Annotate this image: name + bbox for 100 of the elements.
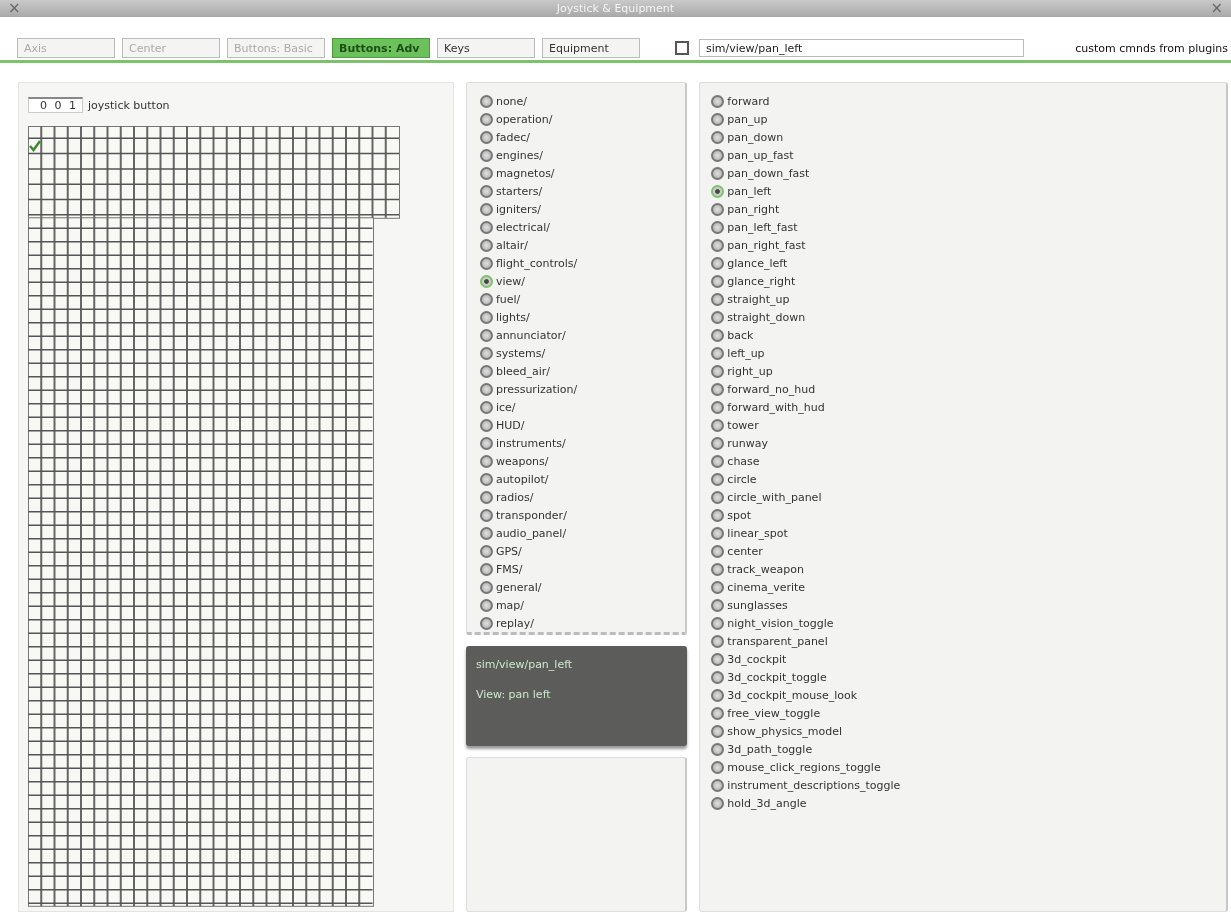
option-label[interactable]: mouse_click_regions_toggle	[727, 760, 881, 774]
option-label[interactable]: fuel/	[495, 292, 521, 306]
radio-button[interactable]	[479, 274, 493, 288]
radio-button[interactable]	[711, 490, 725, 504]
radio-button[interactable]	[479, 490, 493, 504]
option-label[interactable]: magnetos/	[495, 166, 555, 180]
number-field[interactable]: 0 0 1	[28, 97, 83, 113]
option-label[interactable]: 3d_cockpit_mouse_look	[727, 688, 858, 702]
option-label[interactable]: cinema_verite	[727, 580, 806, 594]
radio-button[interactable]	[711, 760, 725, 774]
radio-button[interactable]	[479, 292, 493, 306]
radio-button[interactable]	[711, 238, 725, 252]
radio-button[interactable]	[711, 148, 725, 162]
radio-button[interactable]	[479, 310, 493, 324]
radio-button[interactable]	[479, 616, 493, 630]
radio-button[interactable]	[479, 238, 493, 252]
option-label[interactable]: radios/	[495, 490, 534, 504]
radio-button[interactable]	[711, 544, 725, 558]
option-label[interactable]: pan_left	[727, 184, 772, 198]
option-label[interactable]: back	[727, 328, 754, 342]
radio-button[interactable]	[479, 526, 493, 540]
option-label[interactable]: starters/	[495, 184, 543, 198]
option-label[interactable]: circle_with_panel	[727, 490, 822, 504]
option-label[interactable]: forward_no_hud	[727, 382, 816, 396]
option-label[interactable]: center	[727, 544, 763, 558]
radio-button[interactable]	[711, 310, 725, 324]
checkbox[interactable]	[675, 41, 689, 55]
option-label[interactable]: systems/	[495, 346, 546, 360]
option-label[interactable]: HUD/	[495, 418, 525, 432]
option-label[interactable]: forward	[727, 94, 770, 108]
option-label[interactable]: pan_down	[727, 130, 784, 144]
option-label[interactable]: none/	[495, 94, 528, 108]
radio-button[interactable]	[479, 112, 493, 126]
option-label[interactable]: show_physics_model	[727, 724, 843, 738]
radio-button[interactable]	[479, 436, 493, 450]
radio-button[interactable]	[479, 508, 493, 522]
option-label[interactable]: igniters/	[495, 202, 541, 216]
option-label[interactable]: annunciator/	[495, 328, 566, 342]
radio-button[interactable]	[711, 292, 725, 306]
command-field[interactable]: sim/view/pan_left	[699, 39, 1024, 57]
radio-button[interactable]	[479, 130, 493, 144]
radio-button[interactable]	[711, 526, 725, 540]
option-label[interactable]: left_up	[727, 346, 765, 360]
radio-button[interactable]	[711, 652, 725, 666]
radio-button[interactable]	[711, 742, 725, 756]
option-label[interactable]: replay/	[495, 616, 534, 630]
option-label[interactable]: autopilot/	[495, 472, 549, 486]
radio-button[interactable]	[711, 688, 725, 702]
option-label[interactable]: chase	[727, 454, 760, 468]
radio-button[interactable]	[711, 112, 725, 126]
radio-button[interactable]	[479, 544, 493, 558]
radio-button[interactable]	[479, 184, 493, 198]
option-label[interactable]: forward_with_hud	[727, 400, 825, 414]
option-label[interactable]: circle	[727, 472, 757, 486]
radio-button[interactable]	[479, 166, 493, 180]
option-label[interactable]: glance_right	[727, 274, 796, 288]
option-label[interactable]: pan_down_fast	[727, 166, 810, 180]
radio-button[interactable]	[711, 328, 725, 342]
option-label[interactable]: instrument_descriptions_toggle	[727, 778, 901, 792]
option-label[interactable]: glance_left	[727, 256, 788, 270]
radio-button[interactable]	[479, 598, 493, 612]
tab[interactable]: Buttons: Adv	[332, 38, 430, 58]
option-label[interactable]: audio_panel/	[495, 526, 567, 540]
option-label[interactable]: altair/	[495, 238, 529, 252]
option-label[interactable]: pan_up_fast	[727, 148, 794, 162]
option-label[interactable]: pan_right	[727, 202, 780, 216]
radio-button[interactable]	[479, 472, 493, 486]
radio-button[interactable]	[711, 598, 725, 612]
radio-button[interactable]	[711, 166, 725, 180]
radio-button[interactable]	[711, 454, 725, 468]
option-label[interactable]: electrical/	[495, 220, 550, 234]
option-label[interactable]: pan_up	[727, 112, 768, 126]
radio-button[interactable]	[479, 580, 493, 594]
radio-button[interactable]	[479, 346, 493, 360]
radio-button[interactable]	[711, 616, 725, 630]
radio-button[interactable]	[711, 562, 725, 576]
radio-button[interactable]	[711, 508, 725, 522]
radio-button[interactable]	[711, 274, 725, 288]
radio-button[interactable]	[711, 634, 725, 648]
radio-button[interactable]	[711, 670, 725, 684]
radio-button[interactable]	[479, 418, 493, 432]
option-label[interactable]: pan_right_fast	[727, 238, 806, 252]
radio-button[interactable]	[479, 454, 493, 468]
radio-button[interactable]	[479, 328, 493, 342]
radio-button[interactable]	[479, 562, 493, 576]
option-label[interactable]: FMS/	[495, 562, 523, 576]
option-label[interactable]: view/	[495, 274, 525, 288]
radio-button[interactable]	[711, 796, 725, 810]
radio-button[interactable]	[711, 382, 725, 396]
radio-button[interactable]	[479, 382, 493, 396]
option-label[interactable]: map/	[495, 598, 525, 612]
option-label[interactable]: weapons/	[495, 454, 549, 468]
option-label[interactable]: general/	[495, 580, 542, 594]
radio-button[interactable]	[711, 184, 725, 198]
option-label[interactable]: fadec/	[495, 130, 531, 144]
radio-button[interactable]	[479, 148, 493, 162]
option-label[interactable]: straight_down	[727, 310, 806, 324]
option-label[interactable]: 3d_path_toggle	[727, 742, 813, 756]
tab[interactable]: Equipment	[542, 38, 640, 58]
radio-button[interactable]	[479, 364, 493, 378]
